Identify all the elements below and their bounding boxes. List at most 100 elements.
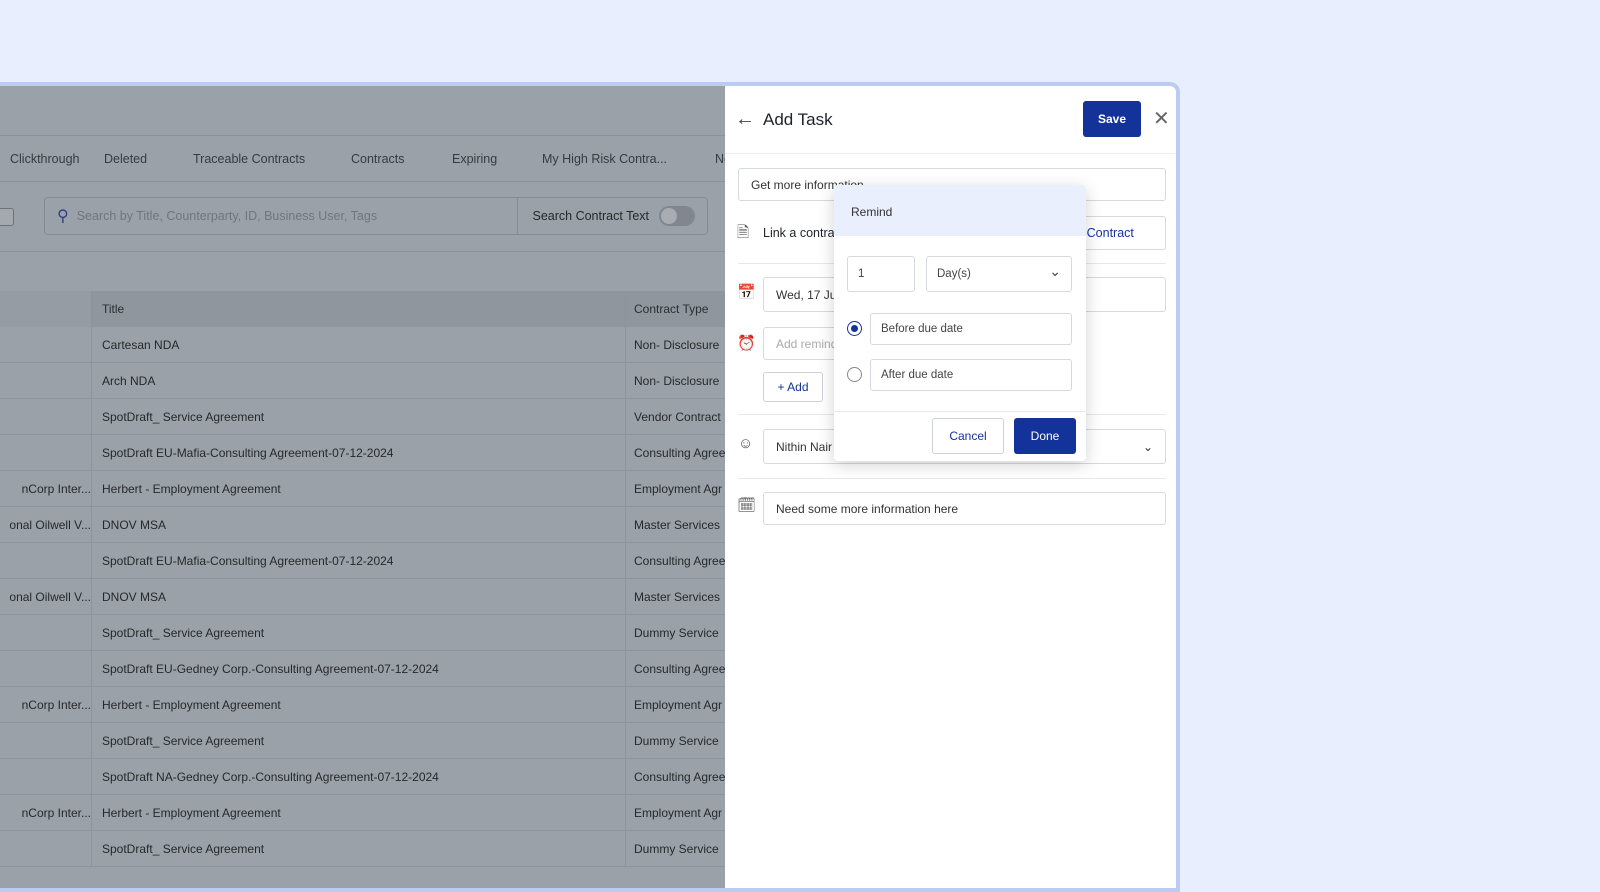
title-cell: SpotDraft EU-Gedney Corp.-Consulting Agr… xyxy=(92,651,626,686)
contract-type-cell: Master Services xyxy=(634,589,721,604)
table-row[interactable]: SpotDraft EU-Mafia-Consulting Agreement-… xyxy=(0,543,726,579)
user-icon: ☺ xyxy=(738,435,754,452)
after-due-date-option[interactable]: After due date xyxy=(870,359,1072,391)
tab-deleted[interactable]: Deleted xyxy=(104,152,147,166)
tab-expiring[interactable]: Expiring xyxy=(452,152,497,166)
table-row[interactable]: SpotDraft EU-Gedney Corp.-Consulting Agr… xyxy=(0,651,726,687)
title-cell: SpotDraft_ Service Agreement xyxy=(92,831,626,866)
tab-clickthrough[interactable]: Clickthrough xyxy=(10,152,79,166)
top-bar xyxy=(0,86,726,136)
remind-amount-input[interactable]: 1 xyxy=(847,256,915,292)
table-row[interactable]: SpotDraft EU-Mafia-Consulting Agreement-… xyxy=(0,435,726,471)
counterparty-cell xyxy=(0,327,92,362)
col-header-counterparty[interactable] xyxy=(0,291,92,327)
table-row[interactable]: SpotDraft_ Service Agreement Dummy Servic… xyxy=(0,723,726,759)
back-arrow-icon[interactable]: ← xyxy=(735,108,755,131)
title-cell: Arch NDA xyxy=(92,363,626,398)
chevron-down-icon: ⌄ xyxy=(1142,439,1153,454)
before-due-date-option[interactable]: Before due date xyxy=(870,313,1072,345)
col-header-title[interactable]: Title xyxy=(92,291,626,327)
after-due-date-radio[interactable] xyxy=(847,367,862,382)
title-cell: SpotDraft EU-Mafia-Consulting Agreement-… xyxy=(92,435,626,470)
calendar-add-icon: 🗓 xyxy=(737,497,757,514)
title-cell: SpotDraft NA-Gedney Corp.-Consulting Agr… xyxy=(92,759,626,794)
notes-input[interactable]: Need some more information here xyxy=(763,492,1166,525)
title-cell: SpotDraft_ Service Agreement xyxy=(92,615,626,650)
contract-type-cell: Consulting Agree xyxy=(634,769,726,784)
table-row[interactable]: SpotDraft_ Service Agreement Dummy Servic… xyxy=(0,831,726,867)
counterparty-cell xyxy=(0,435,92,470)
table-row[interactable]: SpotDraft_ Service Agreement Vendor Contr… xyxy=(0,399,726,435)
table-row[interactable]: nCorp Inter... Herbert - Employment Agree… xyxy=(0,687,726,723)
contract-type-cell: Consulting Agree xyxy=(634,445,726,460)
add-reminder-button[interactable]: + Add xyxy=(763,372,823,402)
select-checkbox[interactable] xyxy=(0,208,14,226)
title-cell: SpotDraft_ Service Agreement xyxy=(92,723,626,758)
title-cell: Cartesan NDA xyxy=(92,327,626,362)
drawer-title: Add Task xyxy=(763,110,833,129)
remind-popup: Remind 1 Day(s) ⌄ Before due date After d… xyxy=(834,185,1086,461)
counterparty-cell: onal Oilwell V... xyxy=(0,579,92,614)
counterparty-cell xyxy=(0,759,92,794)
counterparty-cell: onal Oilwell V... xyxy=(0,507,92,542)
search-contract-text-toggle[interactable] xyxy=(659,206,695,226)
remind-unit-value: Day(s) xyxy=(937,268,971,280)
cancel-button[interactable]: Cancel xyxy=(932,418,1004,454)
contract-type-cell: Dummy Service xyxy=(634,733,719,748)
title-cell: Herbert - Employment Agreement xyxy=(92,795,626,830)
close-icon[interactable]: ✕ xyxy=(1153,106,1170,131)
contract-type-cell: Consulting Agree xyxy=(634,661,726,676)
col-header-contract-type[interactable]: Contract Type xyxy=(626,291,726,327)
table-row[interactable]: SpotDraft_ Service Agreement Dummy Servic… xyxy=(0,615,726,651)
table-row[interactable]: nCorp Inter... Herbert - Employment Agree… xyxy=(0,795,726,831)
contract-type-cell: Employment Agr xyxy=(634,805,723,820)
contract-type-cell: Master Services xyxy=(634,517,721,532)
chevron-down-icon: ⌄ xyxy=(1049,263,1061,279)
contract-type-cell: Dummy Service xyxy=(634,841,719,856)
counterparty-cell: nCorp Inter... xyxy=(0,471,92,506)
assignee-value: Nithin Nair xyxy=(776,439,833,454)
title-cell: SpotDraft_ Service Agreement xyxy=(92,399,626,434)
table-row[interactable]: SpotDraft NA-Gedney Corp.-Consulting Agr… xyxy=(0,759,726,795)
counterparty-cell xyxy=(0,363,92,398)
contract-type-cell: Vendor Contract xyxy=(634,409,721,424)
popup-title: Remind xyxy=(834,185,1086,236)
title-cell: Herbert - Employment Agreement xyxy=(92,687,626,722)
search-input[interactable]: Search by Title, Counterparty, ID, Busin… xyxy=(77,209,517,223)
title-cell: DNOV MSA xyxy=(92,507,626,542)
done-button[interactable]: Done xyxy=(1014,418,1076,454)
contract-type-cell: Dummy Service xyxy=(634,625,719,640)
document-icon: 🗎 xyxy=(737,224,750,241)
search-bar[interactable]: ⚲ Search by Title, Counterparty, ID, Bus… xyxy=(44,197,708,235)
contracts-table: Title Contract Type Cartesan NDA Non- Dis… xyxy=(0,291,726,867)
contracts-page-dimmed[interactable]: Clickthrough Deleted Traceable Contracts… xyxy=(0,86,731,888)
save-button[interactable]: Save xyxy=(1083,101,1141,137)
table-row[interactable]: Cartesan NDA Non- Disclosure xyxy=(0,327,726,363)
search-icon: ⚲ xyxy=(57,208,69,225)
title-cell: DNOV MSA xyxy=(92,579,626,614)
counterparty-cell xyxy=(0,543,92,578)
contract-type-cell: Consulting Agree xyxy=(634,553,726,568)
calendar-icon: 📅 xyxy=(737,284,756,301)
contract-type-cell: Employment Agr xyxy=(634,697,723,712)
tab-traceable-contracts[interactable]: Traceable Contracts xyxy=(193,152,305,166)
before-due-date-radio[interactable] xyxy=(847,321,862,336)
table-header: Title Contract Type xyxy=(0,291,726,327)
counterparty-cell: nCorp Inter... xyxy=(0,795,92,830)
tab-my-high-risk[interactable]: My High Risk Contra... xyxy=(542,152,667,166)
counterparty-cell xyxy=(0,723,92,758)
tab-contracts[interactable]: Contracts xyxy=(351,152,405,166)
table-row[interactable]: onal Oilwell V... DNOV MSA Master Services xyxy=(0,507,726,543)
counterparty-cell xyxy=(0,831,92,866)
title-cell: SpotDraft EU-Mafia-Consulting Agreement-… xyxy=(92,543,626,578)
table-row[interactable]: onal Oilwell V... DNOV MSA Master Services xyxy=(0,579,726,615)
table-row[interactable]: nCorp Inter... Herbert - Employment Agree… xyxy=(0,471,726,507)
counterparty-cell: nCorp Inter... xyxy=(0,687,92,722)
counterparty-cell xyxy=(0,399,92,434)
contract-type-cell: Non- Disclosure xyxy=(634,337,720,352)
remind-unit-select[interactable]: Day(s) ⌄ xyxy=(926,256,1072,292)
link-contract-label: Link a contract xyxy=(763,226,845,240)
contract-type-cell: Employment Agr xyxy=(634,481,723,496)
contract-type-cell: Non- Disclosure xyxy=(634,373,720,388)
table-row[interactable]: Arch NDA Non- Disclosure xyxy=(0,363,726,399)
